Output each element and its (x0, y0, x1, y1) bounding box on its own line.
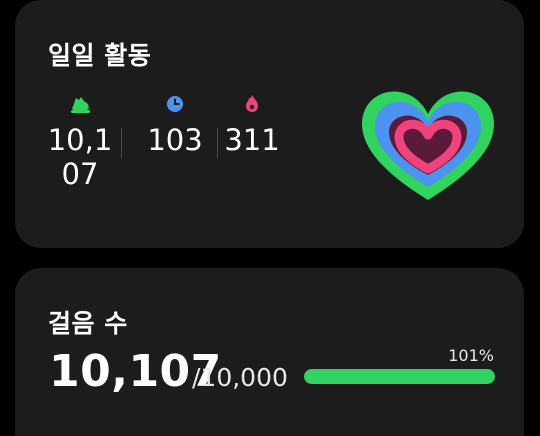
steps-progress-track (304, 369, 495, 384)
steps-title: 걸음 수 (48, 309, 128, 338)
steps-percent: 101% (448, 346, 494, 365)
daily-activity-title: 일일 활동 (48, 41, 152, 70)
calories-metric: 311 (218, 92, 286, 157)
flame-icon (246, 95, 258, 112)
active-time-metric: 103 (132, 92, 218, 157)
steps-goal: /10,000 (192, 363, 288, 392)
activity-heart-icon (362, 91, 494, 200)
steps-metric: 10,107 (41, 92, 119, 191)
activity-metrics: 10,107 103 311 (15, 92, 315, 202)
steps-progress-fill (304, 369, 495, 384)
steps-card[interactable]: 걸음 수 10,107 /10,000 101% (15, 268, 524, 436)
metric-divider (121, 128, 122, 158)
shoe-icon (71, 97, 90, 113)
daily-activity-card[interactable]: 일일 활동 10,107 103 311 (15, 0, 524, 248)
clock-icon (167, 96, 183, 112)
steps-value: 10,107 (47, 123, 113, 191)
active-time-value: 103 (147, 123, 203, 157)
calories-value: 311 (224, 123, 280, 157)
